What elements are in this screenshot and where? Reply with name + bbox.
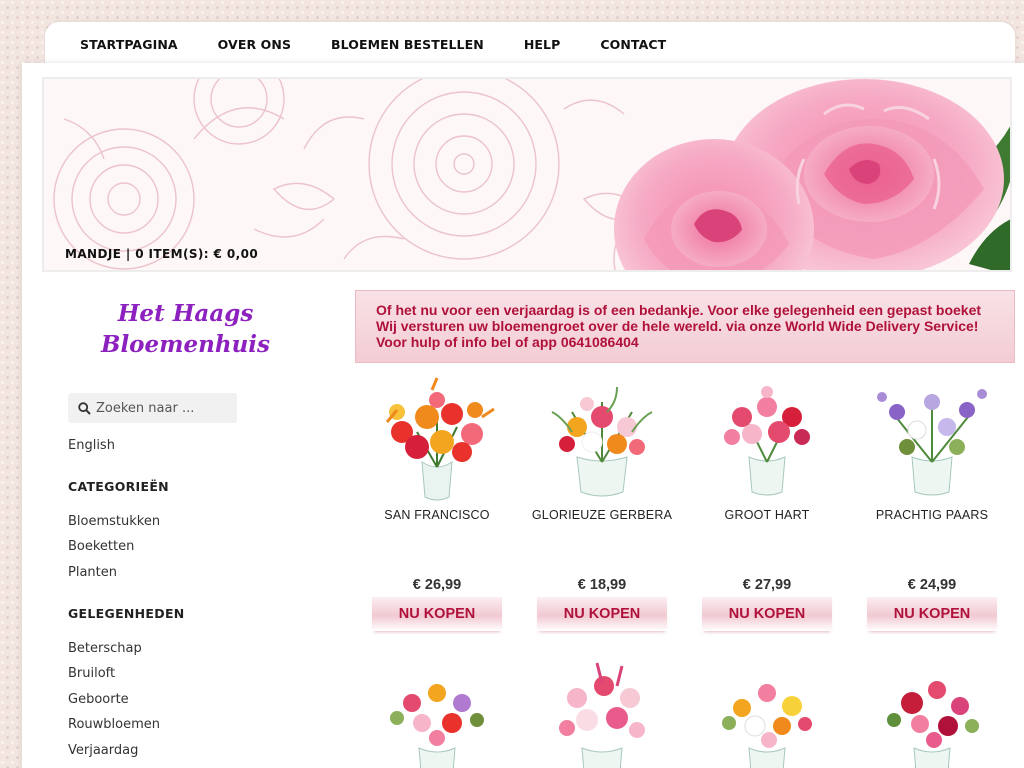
product-card [522, 658, 682, 768]
language-link-english[interactable]: English [68, 438, 115, 453]
product-card [687, 658, 847, 768]
product-price: € 26,99 [412, 577, 462, 593]
product-card: GROOT HART € 27,99 NU KOPEN [687, 372, 847, 637]
product-price: € 18,99 [577, 577, 627, 593]
buy-button[interactable]: NU KOPEN [702, 597, 832, 631]
header-banner: MANDJE | 0 ITEM(S): € 0,00 [42, 77, 1012, 272]
bouquet-image-groot-hart[interactable] [687, 372, 847, 502]
product-card: SAN FRANCISCO € 26,99 NU KOPEN [357, 372, 517, 637]
info-notice: Of het nu voor een verjaardag is of een … [355, 290, 1015, 363]
occasion-geboorte[interactable]: Geboorte [68, 692, 129, 707]
category-planten[interactable]: Planten [68, 565, 117, 580]
logo-line-2: Bloemenhuis [101, 331, 270, 358]
buy-button[interactable]: NU KOPEN [537, 597, 667, 631]
nav-startpagina[interactable]: STARTPAGINA [80, 37, 178, 52]
product-price: € 27,99 [742, 577, 792, 593]
pink-roses-image [614, 79, 1010, 270]
buy-button[interactable]: NU KOPEN [372, 597, 502, 631]
top-navigation: STARTPAGINA OVER ONS BLOEMEN BESTELLEN H… [45, 22, 1015, 66]
occasions-heading: GELEGENHEDEN [68, 606, 185, 621]
product-card: GLORIEUZE GERBERA € 18,99 NU KOPEN [522, 372, 682, 637]
product-name[interactable]: SAN FRANCISCO [357, 508, 517, 522]
nav-help[interactable]: HELP [524, 37, 561, 52]
product-name[interactable]: PRACHTIG PAARS [852, 508, 1012, 522]
occasion-rouwbloemen[interactable]: Rouwbloemen [68, 717, 160, 732]
category-bloemstukken[interactable]: Bloemstukken [68, 514, 160, 529]
product-price: € 24,99 [907, 577, 957, 593]
cart-summary[interactable]: MANDJE | 0 ITEM(S): € 0,00 [65, 247, 258, 261]
bouquet-image-san-francisco[interactable] [357, 372, 517, 502]
site-logo[interactable]: Het Haags Bloemenhuis [68, 298, 303, 360]
bouquet-image[interactable] [357, 658, 517, 768]
bouquet-image[interactable] [687, 658, 847, 768]
bouquet-image[interactable] [852, 658, 1012, 768]
bouquet-image[interactable] [522, 658, 682, 768]
nav-bloemen-bestellen[interactable]: BLOEMEN BESTELLEN [331, 37, 484, 52]
product-card [357, 658, 517, 768]
logo-line-1: Het Haags [117, 300, 254, 327]
product-name[interactable]: GLORIEUZE GERBERA [522, 508, 682, 522]
buy-button[interactable]: NU KOPEN [867, 597, 997, 631]
occasion-bruiloft[interactable]: Bruiloft [68, 666, 115, 681]
product-card: PRACHTIG PAARS € 24,99 NU KOPEN [852, 372, 1012, 637]
product-name[interactable]: GROOT HART [687, 508, 847, 522]
occasion-beterschap[interactable]: Beterschap [68, 641, 142, 656]
nav-over-ons[interactable]: OVER ONS [218, 37, 291, 52]
nav-contact[interactable]: CONTACT [600, 37, 666, 52]
product-card [852, 658, 1012, 768]
category-boeketten[interactable]: Boeketten [68, 539, 134, 554]
search-icon [78, 401, 91, 415]
bouquet-image-glorieuze-gerbera[interactable] [522, 372, 682, 502]
occasion-verjaardag[interactable]: Verjaardag [68, 743, 138, 758]
search-input[interactable] [96, 400, 236, 416]
bouquet-image-prachtig-paars[interactable] [852, 372, 1012, 502]
search-box [68, 393, 237, 423]
categories-heading: CATEGORIEËN [68, 479, 169, 494]
